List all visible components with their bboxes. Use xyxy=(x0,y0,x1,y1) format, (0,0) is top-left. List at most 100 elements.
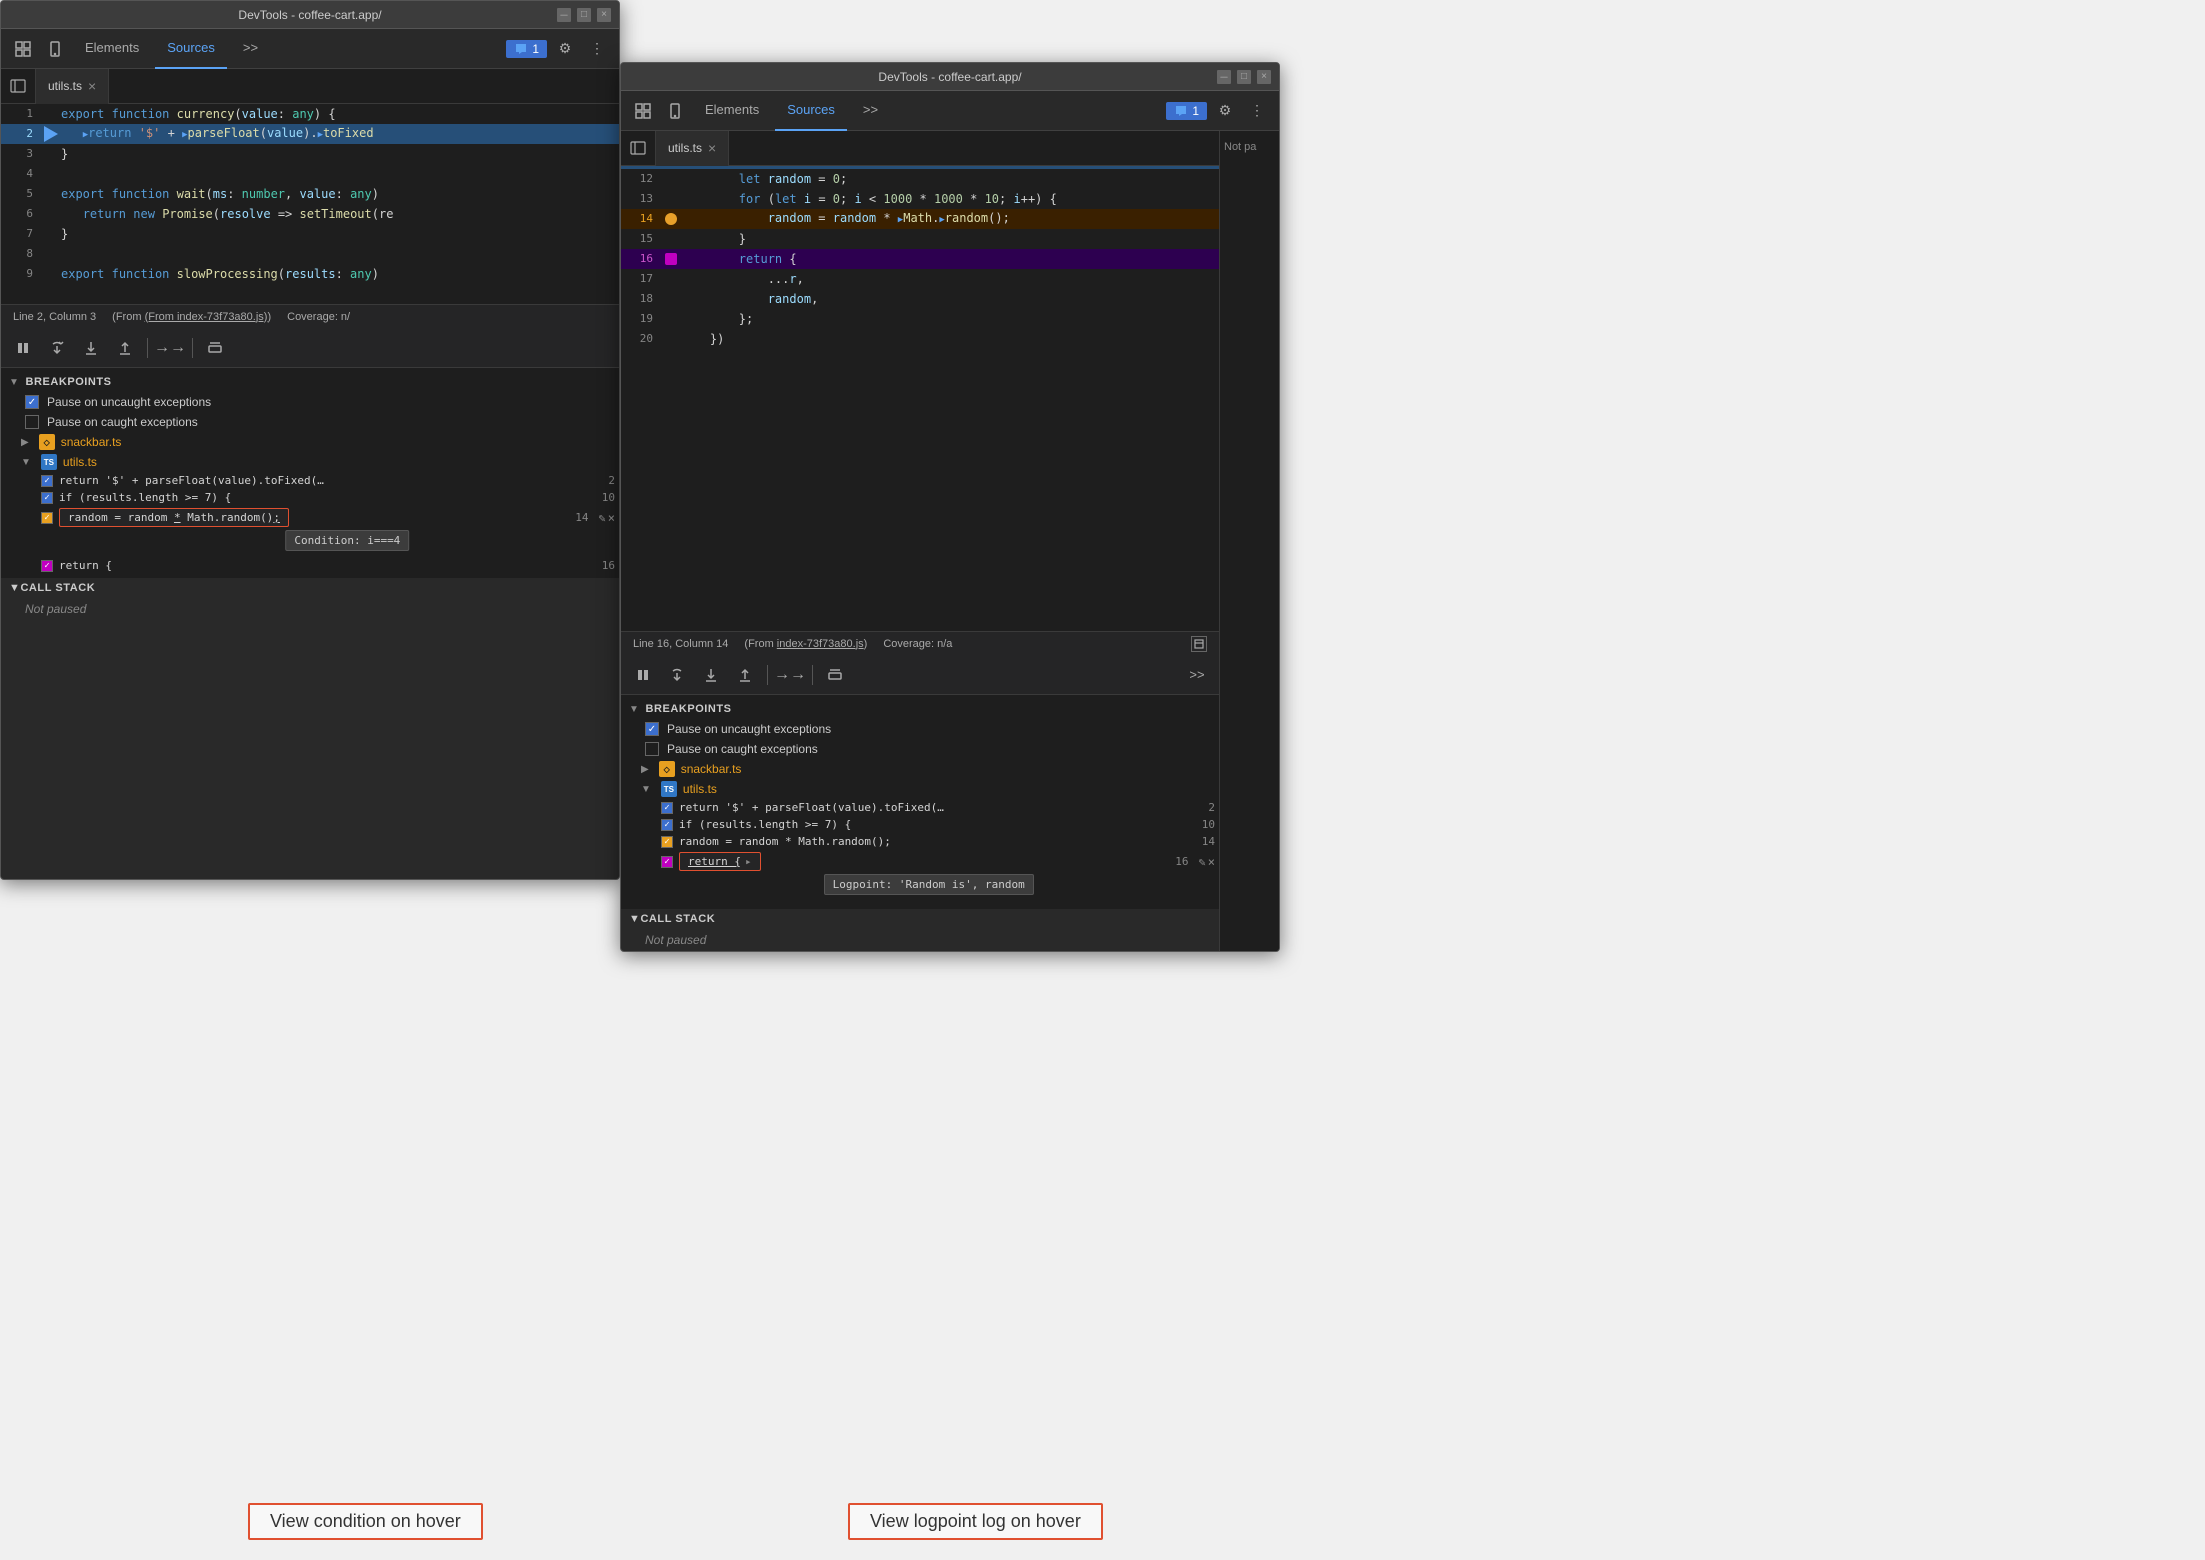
code-line-6: 6 return new Promise(resolve => setTimeo… xyxy=(1,204,619,224)
pause-uncaught-cb-2[interactable]: ✓ xyxy=(645,722,659,736)
deactivate-btn-1[interactable] xyxy=(201,334,229,362)
window-title-2: DevTools - coffee-cart.app/ xyxy=(878,70,1021,84)
window-controls-2: － □ × xyxy=(1217,70,1271,84)
step-into-btn-1[interactable] xyxy=(77,334,105,362)
bp-item-1-1: ✓ return '$' + parseFloat(value).toFixed… xyxy=(1,472,619,489)
bp-chevron-2: ▼ xyxy=(629,704,639,715)
bp-cb-1-4[interactable]: ✓ xyxy=(41,560,53,572)
settings-icon-2[interactable]: ⚙ xyxy=(1211,97,1239,125)
maximize-button-2[interactable]: □ xyxy=(1237,70,1251,84)
close-button-1[interactable]: × xyxy=(597,8,611,22)
file-tab-utils-1[interactable]: utils.ts × xyxy=(36,69,109,104)
step-into-btn-2[interactable] xyxy=(697,661,725,689)
file-tab-close-1[interactable]: × xyxy=(88,78,96,94)
source-link-1[interactable]: (From index-73f73a80.js) xyxy=(145,311,268,323)
code-line-12: 12 let random = 0; xyxy=(621,169,1219,189)
not-paused-text-2: Not paused xyxy=(621,929,1219,951)
bp-cb-2-4[interactable]: ✓ xyxy=(661,856,673,868)
delete-bp-icon-1[interactable]: × xyxy=(608,511,615,525)
tab-sources-1[interactable]: Sources xyxy=(155,29,227,69)
tab-more-2[interactable]: >> xyxy=(851,91,890,131)
code-line-19: 19 }; xyxy=(621,309,1219,329)
callstack-section-1: ▼ Call Stack Not paused xyxy=(1,578,619,620)
snackbar-file-icon-2: ◇ xyxy=(659,761,675,777)
edit-bp-icon-1[interactable]: ✎ xyxy=(599,511,606,525)
code-line-15: 15 } xyxy=(621,229,1219,249)
device-icon[interactable] xyxy=(41,35,69,63)
breakpoints-panel-1: ▼ Breakpoints ✓ Pause on uncaught except… xyxy=(1,368,619,578)
maximize-button-1[interactable]: □ xyxy=(577,8,591,22)
pause-uncaught-cb-1[interactable]: ✓ xyxy=(25,395,39,409)
bp-cb-1-1[interactable]: ✓ xyxy=(41,475,53,487)
inspect-icon[interactable] xyxy=(9,35,37,63)
not-paused-text-1: Not paused xyxy=(1,598,619,620)
minimize-button-2[interactable]: － xyxy=(1217,70,1231,84)
step-over-btn-1[interactable] xyxy=(43,334,71,362)
status-bar-2: Line 16, Column 14 (From index-73f73a80.… xyxy=(621,631,1219,655)
pause-btn-1[interactable] xyxy=(9,334,37,362)
pause-caught-cb-1[interactable] xyxy=(25,415,39,429)
step-out-btn-1[interactable] xyxy=(111,334,139,362)
callstack-section-2: ▼ Call Stack Not paused xyxy=(621,909,1219,951)
window-controls-1: － □ × xyxy=(557,8,611,22)
tab-elements-1[interactable]: Elements xyxy=(73,29,151,69)
sidebar-toggle-1[interactable] xyxy=(1,69,36,104)
more-options-icon-1[interactable]: ⋮ xyxy=(583,35,611,63)
inspect-icon-2[interactable] xyxy=(629,97,657,125)
deactivate-btn-2[interactable] xyxy=(821,661,849,689)
more-debug-btn-2[interactable]: >> xyxy=(1183,661,1211,689)
devtools-window-2: DevTools - coffee-cart.app/ － □ × Elemen… xyxy=(620,62,1280,952)
file-tab-close-2[interactable]: × xyxy=(708,140,716,156)
close-button-2[interactable]: × xyxy=(1257,70,1271,84)
pause-btn-2[interactable] xyxy=(629,661,657,689)
continue-btn-2[interactable]: →→ xyxy=(776,661,804,689)
utils-file-icon-2: TS xyxy=(661,781,677,797)
line-col-2: Line 16, Column 14 xyxy=(633,638,728,650)
file-tabbar-1: utils.ts × xyxy=(1,69,619,104)
device-icon-2[interactable] xyxy=(661,97,689,125)
line-col-1: Line 2, Column 3 xyxy=(13,311,96,323)
logpoint-tooltip-2: Logpoint: 'Random is', random xyxy=(824,874,1034,895)
code-line-18: 18 random, xyxy=(621,289,1219,309)
tab-elements-2[interactable]: Elements xyxy=(693,91,771,131)
minimize-button-1[interactable]: － xyxy=(557,8,571,22)
bp-file-snackbar-1[interactable]: ▶ ◇ snackbar.ts xyxy=(1,432,619,452)
bp-file-snackbar-2[interactable]: ▶ ◇ snackbar.ts xyxy=(621,759,1219,779)
callstack-header-1[interactable]: ▼ Call Stack xyxy=(1,578,619,598)
bp-file-utils-2[interactable]: ▼ TS utils.ts xyxy=(621,779,1219,799)
pause-caught-cb-2[interactable] xyxy=(645,742,659,756)
debug-sep-2 xyxy=(192,338,193,358)
coverage-1: Coverage: n/ xyxy=(287,311,350,323)
file-tab-label-2: utils.ts xyxy=(668,141,702,155)
settings-icon-1[interactable]: ⚙ xyxy=(551,35,579,63)
continue-btn-1[interactable]: →→ xyxy=(156,334,184,362)
bp-cb-2-1[interactable]: ✓ xyxy=(661,802,673,814)
status-bar-1: Line 2, Column 3 (From (From index-73f73… xyxy=(1,304,619,328)
step-over-btn-2[interactable] xyxy=(663,661,691,689)
bp-cb-2-3[interactable]: ✓ xyxy=(661,836,673,848)
more-options-icon-2[interactable]: ⋮ xyxy=(1243,97,1271,125)
file-tab-utils-2[interactable]: utils.ts × xyxy=(656,131,729,166)
bp-file-utils-1[interactable]: ▼ TS utils.ts xyxy=(1,452,619,472)
logpoint-box-2: return { ▸ xyxy=(679,852,761,871)
chat-badge-2[interactable]: 1 xyxy=(1166,102,1207,120)
breakpoints-header-2[interactable]: ▼ Breakpoints xyxy=(621,699,1219,719)
bp-cb-1-2[interactable]: ✓ xyxy=(41,492,53,504)
snackbar-file-icon-1: ◇ xyxy=(39,434,55,450)
dock-icon-2[interactable] xyxy=(1191,636,1207,652)
source-link-2[interactable]: index-73f73a80.js xyxy=(777,638,864,650)
callstack-header-2[interactable]: ▼ Call Stack xyxy=(621,909,1219,929)
pause-uncaught-row-1: ✓ Pause on uncaught exceptions xyxy=(1,392,619,412)
bp-cb-2-2[interactable]: ✓ xyxy=(661,819,673,831)
step-out-btn-2[interactable] xyxy=(731,661,759,689)
edit-logpoint-icon-2[interactable]: ✎ xyxy=(1199,855,1206,869)
breakpoints-header-1[interactable]: ▼ Breakpoints xyxy=(1,372,619,392)
chat-badge-1[interactable]: 1 xyxy=(506,40,547,58)
debug-sep-3 xyxy=(767,665,768,685)
tab-sources-2[interactable]: Sources xyxy=(775,91,847,131)
sidebar-toggle-2[interactable] xyxy=(621,131,656,166)
code-line-14: 14 random = random * ▶Math.▶random(); xyxy=(621,209,1219,229)
bp-cb-1-3[interactable]: ✓ xyxy=(41,512,53,524)
tab-more-1[interactable]: >> xyxy=(231,29,270,69)
delete-logpoint-icon-2[interactable]: × xyxy=(1208,855,1215,869)
